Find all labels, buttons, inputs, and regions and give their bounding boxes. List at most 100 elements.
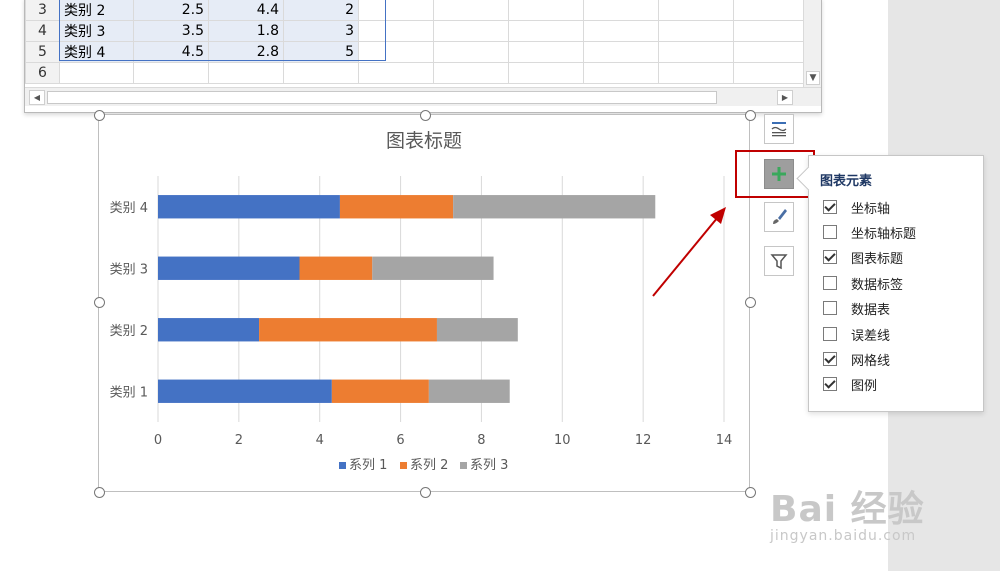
grid-cell[interactable]: 3.5 [133, 20, 209, 42]
grid-cell[interactable] [508, 62, 584, 84]
grid-cell[interactable]: 类别 2 [59, 0, 134, 21]
option-label: 误差线 [851, 328, 891, 344]
grid-cell[interactable] [59, 62, 134, 84]
row-number[interactable]: 3 [25, 0, 60, 21]
category-label: 类别 2 [110, 324, 148, 339]
x-tick-label: 10 [554, 433, 571, 448]
grid-cell[interactable]: 2.5 [133, 0, 209, 21]
option-data-labels[interactable]: 数据标签 [823, 273, 903, 293]
grid-cell[interactable] [508, 0, 584, 21]
row-number[interactable]: 5 [25, 41, 60, 63]
grid-cell[interactable] [358, 41, 434, 63]
option-axes[interactable]: 坐标轴 [823, 197, 890, 217]
grid-cell[interactable] [358, 20, 434, 42]
option-gridlines[interactable]: 网格线 [823, 349, 890, 369]
grid-cell[interactable] [583, 62, 659, 84]
grid-cell[interactable] [508, 20, 584, 42]
option-data-table[interactable]: 数据表 [823, 298, 890, 318]
grid-cell[interactable]: 4.4 [208, 0, 284, 21]
grid-cell[interactable] [433, 0, 509, 21]
chart-filters-button[interactable] [764, 246, 794, 276]
checkbox[interactable] [823, 276, 837, 290]
grid-cell[interactable]: 1.8 [208, 20, 284, 42]
option-label: 图表标题 [851, 251, 904, 267]
filter-icon [770, 254, 788, 270]
grid-cell[interactable] [433, 20, 509, 42]
scroll-down-icon[interactable]: ▼ [806, 71, 820, 85]
grid-cell[interactable]: 2.8 [208, 41, 284, 63]
bar-segment [372, 256, 494, 280]
resize-handle[interactable] [745, 297, 756, 308]
chart-styles-button[interactable] [764, 202, 794, 232]
grid-cell[interactable] [358, 0, 434, 21]
scroll-right-icon[interactable]: ▶ [777, 90, 793, 105]
grid-cell[interactable] [658, 20, 734, 42]
scroll-left-icon[interactable]: ◀ [29, 90, 45, 105]
checkbox[interactable] [823, 352, 837, 366]
checkbox[interactable] [823, 301, 837, 315]
spreadsheet-window: 3 类别 2 2.5 4.4 2 4 类别 3 3.5 1.8 3 5 类别 4… [24, 0, 822, 113]
bar-segment [339, 195, 454, 219]
grid-cell[interactable]: 4.5 [133, 41, 209, 63]
layout-options-button[interactable] [764, 114, 794, 144]
resize-handle[interactable] [745, 487, 756, 498]
grid-cell[interactable] [583, 41, 659, 63]
grid-cell[interactable]: 3 [283, 20, 359, 42]
checkbox[interactable] [823, 327, 837, 341]
resize-handle[interactable] [745, 110, 756, 121]
grid-cell[interactable] [658, 41, 734, 63]
checkbox[interactable] [823, 200, 837, 214]
grid-cell[interactable]: 类别 3 [59, 20, 134, 42]
row-number[interactable]: 6 [25, 62, 60, 84]
checkbox[interactable] [823, 250, 837, 264]
horizontal-scrollbar[interactable]: ◀ ▶ [25, 87, 821, 106]
checkbox[interactable] [823, 377, 837, 391]
option-legend[interactable]: 图例 [823, 374, 877, 394]
grid-cell[interactable]: 5 [283, 41, 359, 63]
grid-cell[interactable]: 2 [283, 0, 359, 21]
resize-handle[interactable] [94, 487, 105, 498]
grid-cell[interactable] [733, 62, 809, 84]
option-chart-title[interactable]: 图表标题 [823, 247, 903, 267]
grid-cell[interactable] [283, 62, 359, 84]
vertical-scrollbar[interactable]: ▼ [803, 0, 821, 87]
grid-cell[interactable] [583, 0, 659, 21]
legend-label: 系列 2 [410, 458, 448, 473]
resize-handle[interactable] [420, 487, 431, 498]
resize-handle[interactable] [94, 110, 105, 121]
grid-cell[interactable] [583, 20, 659, 42]
row-number[interactable]: 4 [25, 20, 60, 42]
grid-cell[interactable] [658, 0, 734, 21]
bar-segment [299, 256, 373, 280]
grid-cell[interactable] [733, 0, 809, 21]
grid-cell[interactable]: 类别 4 [59, 41, 134, 63]
legend-swatch [400, 462, 407, 469]
resize-handle[interactable] [94, 297, 105, 308]
resize-handle[interactable] [420, 110, 431, 121]
bar-segment [158, 318, 260, 342]
bar-segment [331, 379, 429, 403]
option-error-bars[interactable]: 误差线 [823, 324, 890, 344]
table-row: 4 类别 3 3.5 1.8 3 [25, 20, 809, 42]
checkbox[interactable] [823, 225, 837, 239]
grid-cell[interactable] [433, 62, 509, 84]
legend-swatch [460, 462, 467, 469]
grid-cell[interactable] [508, 41, 584, 63]
grid-cell[interactable] [658, 62, 734, 84]
bar-segment [158, 195, 340, 219]
x-tick-label: 8 [477, 433, 485, 448]
option-axis-titles[interactable]: 坐标轴标题 [823, 222, 916, 242]
bar-segment [428, 379, 510, 403]
bar-segment [158, 379, 332, 403]
grid-cell[interactable] [433, 41, 509, 63]
table-row: 6 [25, 62, 809, 84]
scrollbar-thumb[interactable] [47, 91, 717, 104]
grid-cell[interactable] [133, 62, 209, 84]
grid-cell[interactable] [358, 62, 434, 84]
grid-cell[interactable] [733, 20, 809, 42]
grid-cell[interactable] [208, 62, 284, 84]
watermark-brand: Bai 经验 [770, 489, 925, 530]
option-label: 坐标轴标题 [851, 226, 917, 242]
stacked-bar-chart[interactable]: 0 2 4 6 8 10 12 14 类别 1 类别 2 类别 3 类别 4 系列 1 系列 2 系列 3 [98, 114, 750, 492]
grid-cell[interactable] [733, 41, 809, 63]
